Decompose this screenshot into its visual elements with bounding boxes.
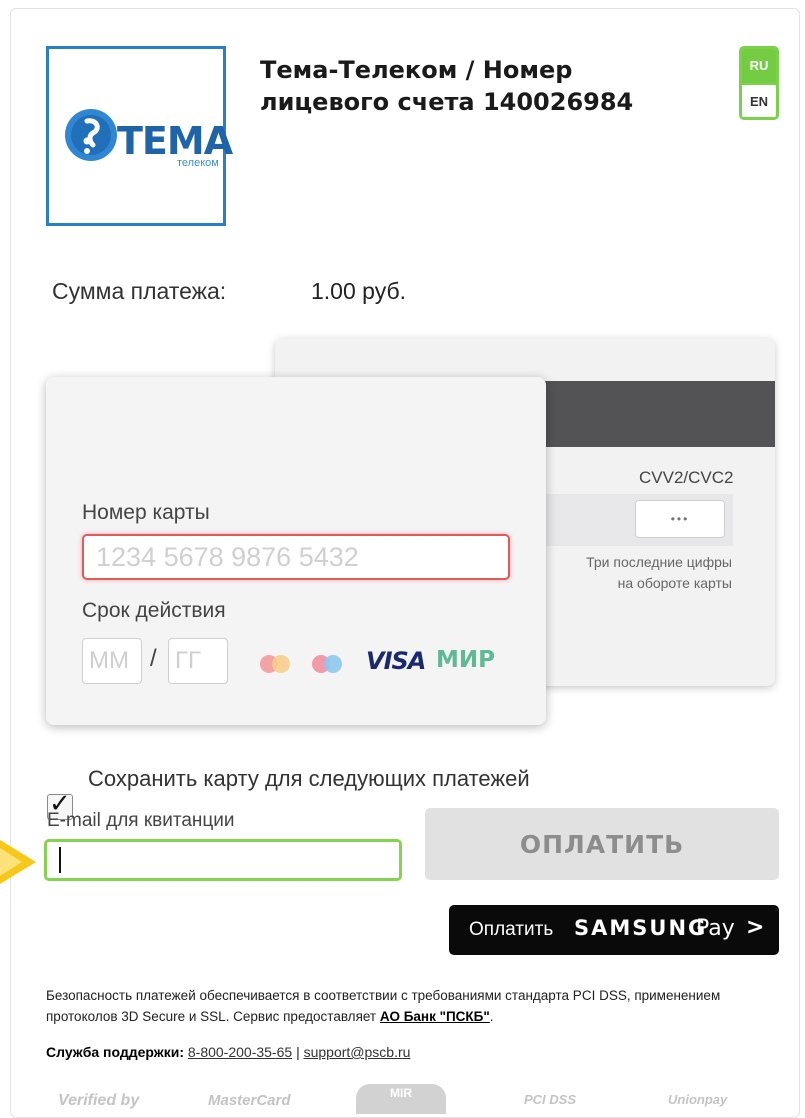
mir-accept-logo: MIR bbox=[356, 1084, 446, 1114]
merchant-logo: ТЕМА телеком bbox=[46, 46, 233, 226]
mir-logo: МИР bbox=[436, 647, 495, 673]
card-number-label: Номер карты bbox=[82, 501, 210, 524]
expiry-label: Срок действия bbox=[82, 599, 226, 622]
support-email-link[interactable]: support@pscb.ru bbox=[304, 1044, 411, 1060]
logo-subtext: телеком bbox=[177, 157, 219, 169]
samsung-brand: SAMSUNG bbox=[574, 916, 708, 940]
visa-logo: VISA bbox=[366, 647, 426, 675]
security-text-end: . bbox=[489, 1009, 494, 1024]
cvv-label: CVV2/CVC2 bbox=[639, 468, 734, 487]
pointer-arrow-highlight bbox=[0, 848, 22, 876]
chevron-right-icon: > bbox=[746, 915, 765, 940]
pay-button[interactable]: ОПЛАТИТЬ bbox=[425, 808, 779, 880]
expiry-year-input[interactable] bbox=[168, 638, 228, 684]
security-note: Безопасность платежей обеспечивается в с… bbox=[46, 985, 766, 1027]
mastercard-securecode-logo: MasterCard bbox=[208, 1092, 291, 1109]
unionpay-logo: Unionpay bbox=[668, 1092, 728, 1107]
amount-label: Сумма платежа: bbox=[52, 278, 227, 304]
samsung-pay-word: Pay bbox=[696, 916, 735, 941]
verified-by-visa-logo: Verified by bbox=[58, 1092, 140, 1109]
expiry-separator: / bbox=[150, 645, 157, 672]
lang-en-button[interactable]: EN bbox=[742, 83, 776, 117]
text-cursor bbox=[59, 847, 61, 873]
amount-value: 1.00 руб. bbox=[311, 278, 407, 304]
email-label: E-mail для квитанции bbox=[47, 810, 235, 831]
support-separator: | bbox=[296, 1044, 300, 1060]
support-label: Служба поддержки: bbox=[46, 1044, 184, 1060]
support-line: Служба поддержки: 8-800-200-35-65 | supp… bbox=[46, 1044, 410, 1060]
save-card-label: Сохранить карту для следующих платежей bbox=[88, 766, 530, 791]
cvv-input[interactable] bbox=[635, 500, 725, 538]
merchant-title: Тема-Телеком / Номер лицевого счета 1400… bbox=[260, 56, 634, 116]
email-input[interactable] bbox=[44, 839, 402, 881]
language-switcher: RU EN bbox=[739, 46, 779, 120]
card-front-panel: Номер карты Срок действия / VISA МИР bbox=[46, 377, 546, 725]
card-number-input[interactable] bbox=[82, 534, 510, 580]
samsung-pay-button[interactable]: Оплатить SAMSUNG Pay > bbox=[449, 905, 779, 955]
mastercard-icon bbox=[260, 655, 290, 673]
maestro-icon bbox=[312, 655, 342, 673]
bank-link[interactable]: АО Банк "ПСКБ" bbox=[380, 1009, 490, 1024]
support-phone-link[interactable]: 8-800-200-35-65 bbox=[188, 1044, 292, 1060]
samsung-pay-prefix: Оплатить bbox=[469, 919, 554, 940]
cvv-hint: Три последние цифры на обороте карты bbox=[586, 554, 732, 591]
lang-ru-button[interactable]: RU bbox=[742, 49, 776, 83]
expiry-month-input[interactable] bbox=[82, 638, 142, 684]
pci-dss-logo: PCI DSS bbox=[524, 1092, 577, 1107]
tema-logo-icon bbox=[65, 109, 117, 161]
trust-logos: Verified by MasterCard MIR PCI DSS Union… bbox=[40, 1084, 780, 1114]
